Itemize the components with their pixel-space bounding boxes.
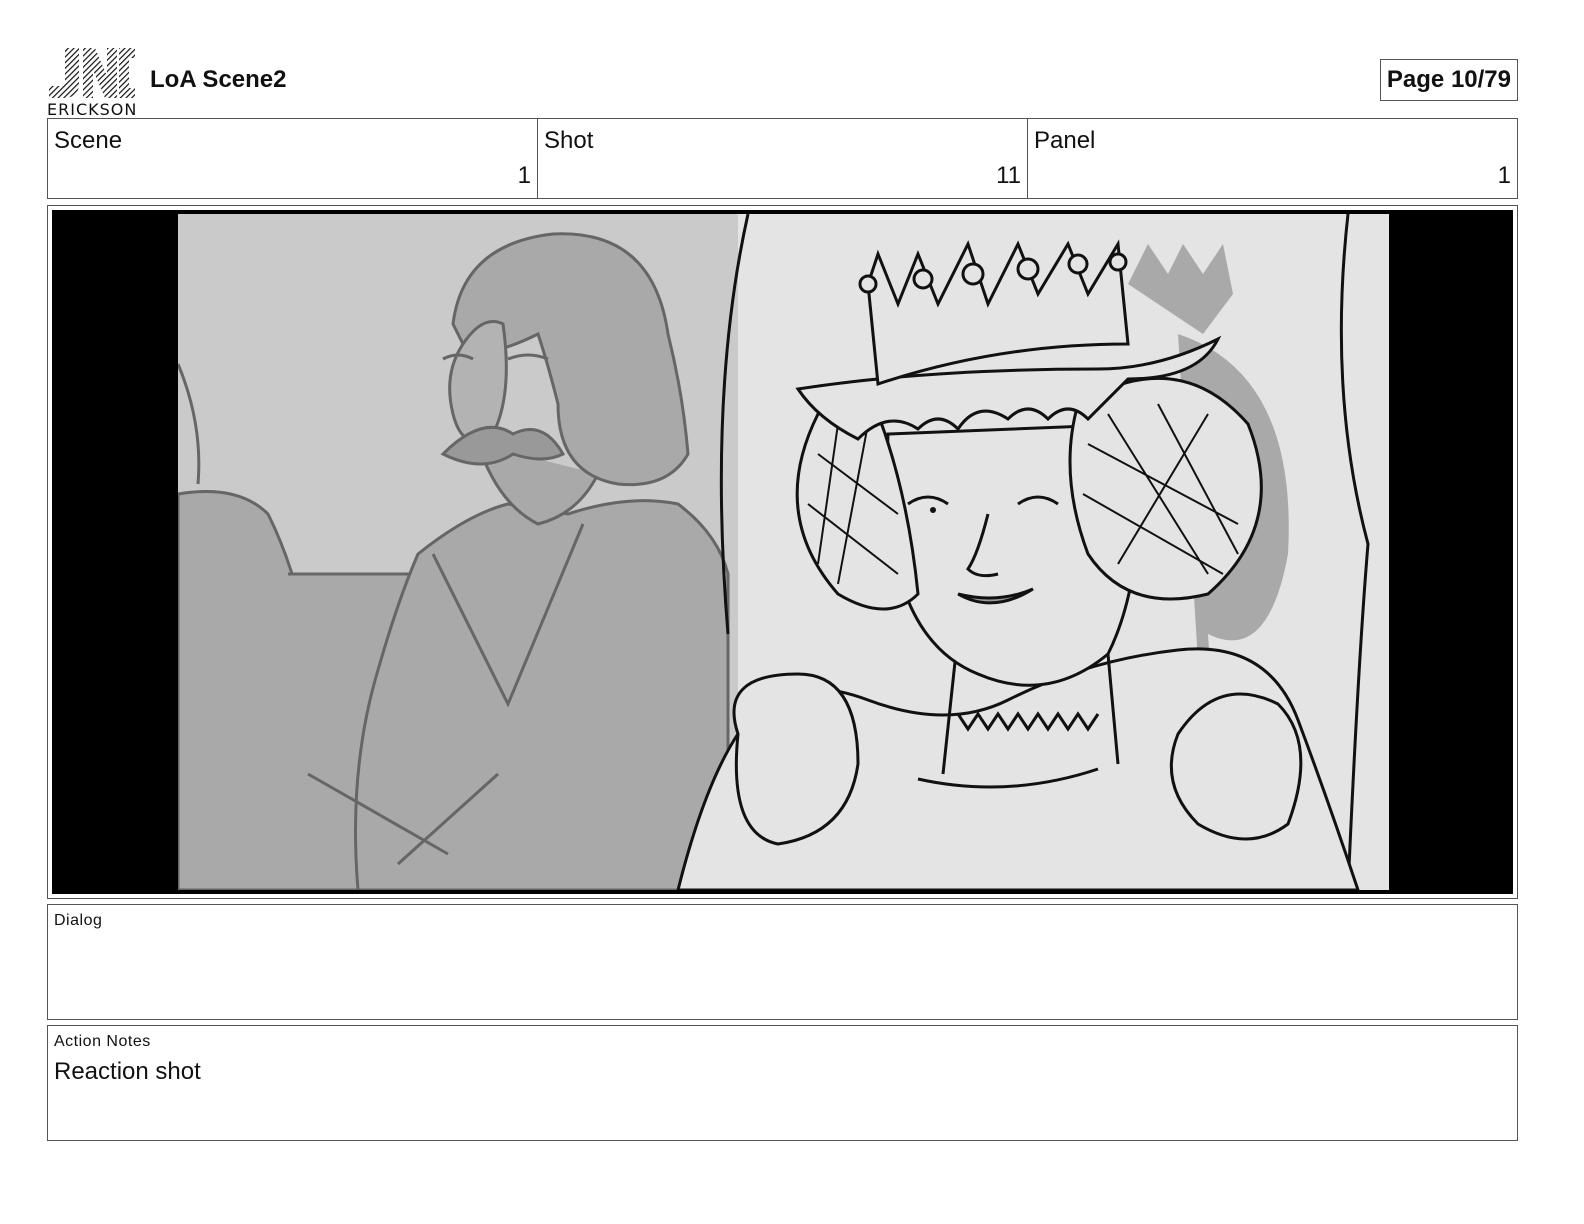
storyboard-letterbox [52,210,1513,894]
company-logo: ERICKSON [47,46,138,119]
action-notes-label: Action Notes [54,1033,151,1050]
logo-text: ERICKSON [47,100,138,119]
storyboard-sketch-image [178,214,1389,890]
storyboard-panel-frame [47,205,1518,899]
dialog-label: Dialog [54,912,103,929]
panel-label: Panel [1034,127,1096,154]
scene-value: 1 [517,162,531,189]
panel-value: 1 [1497,162,1511,189]
logo-mark-icon [49,48,135,98]
shot-cell: Shot 11 [538,119,1028,198]
panel-cell: Panel 1 [1028,119,1517,198]
action-notes-text: Reaction shot [54,1058,201,1085]
shot-info-row: Scene 1 Shot 11 Panel 1 [47,118,1518,199]
shot-value: 11 [996,162,1021,189]
shot-label: Shot [544,127,594,154]
dialog-box: Dialog [47,904,1518,1020]
scene-label: Scene [54,127,123,154]
scene-cell: Scene 1 [48,119,538,198]
document-title: LoA Scene2 [150,66,287,93]
page-indicator: Page 10/79 [1379,59,1518,101]
action-notes-box: Action Notes Reaction shot [47,1025,1518,1141]
